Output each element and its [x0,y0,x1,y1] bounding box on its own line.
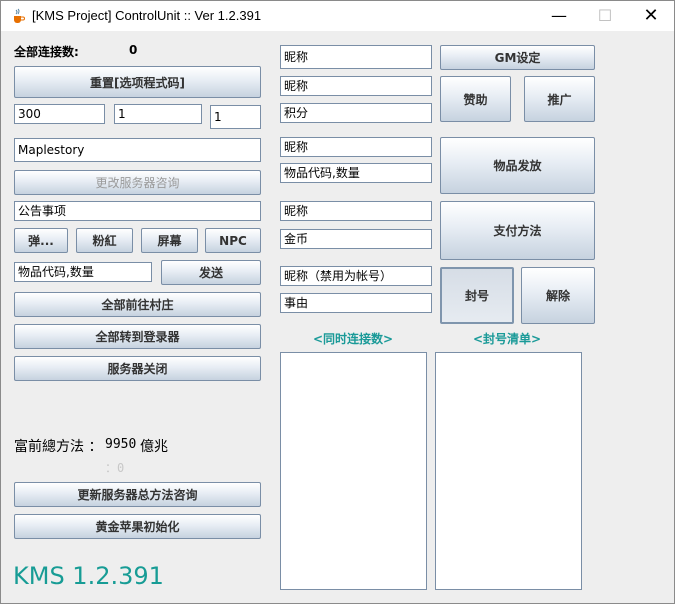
item-distribute-button[interactable]: 物品发放 [440,137,595,194]
count-field[interactable]: 1 [210,105,261,129]
java-cup-icon [10,8,26,24]
golden-apple-reset-button[interactable]: 黄金苹果初始化 [14,514,261,539]
all-to-login-button[interactable]: 全部转到登录器 [14,324,261,349]
total-method-value: 9950 [105,437,137,452]
item-code-quantity-field[interactable]: 物品代码,数量 [280,163,432,183]
amount-field[interactable]: 300 [14,104,105,124]
sponsor-button[interactable]: 赞助 [440,76,511,122]
total-method-label: 富前總方法 ： [14,439,103,455]
update-server-method-button[interactable]: 更新服务器总方法咨询 [14,482,261,507]
ban-reason-field[interactable]: 事由 [280,293,432,313]
send-item-button[interactable]: 发送 [161,260,261,285]
title-bar[interactable]: [KMS Project] ControlUnit :: Ver 1.2.391… [1,1,674,31]
main-window: [KMS Project] ControlUnit :: Ver 1.2.391… [0,0,675,604]
payment-nickname-field[interactable]: 昵称 [280,201,432,221]
value-field[interactable]: 1 [114,104,202,124]
gold-field[interactable]: 金币 [280,229,432,249]
change-server-info-button[interactable]: 更改服务器咨询 [14,170,261,195]
server-close-button[interactable]: 服务器关闭 [14,356,261,381]
ban-nickname-field[interactable]: 昵称（禁用为帐号） [280,266,432,286]
close-button[interactable]: ✕ [628,1,674,31]
points-field[interactable]: 积分 [280,103,432,123]
concurrent-connections-list[interactable] [280,352,427,590]
npc-notice-button[interactable]: NPC [205,228,261,253]
secondary-value: ：0 [105,461,125,475]
total-connections-value: 0 [129,43,138,57]
payment-method-button[interactable]: 支付方法 [440,201,595,260]
screen-notice-button[interactable]: 屏幕 [141,228,198,253]
popup-notice-button[interactable]: 弹... [14,228,68,253]
maximize-button: ☐ [597,6,613,25]
unban-button[interactable]: 解除 [521,267,595,324]
total-connections-label: 全部连接数: [14,45,79,59]
gm-nickname-field[interactable]: 昵称 [280,45,432,69]
item-nickname-field[interactable]: 昵称 [280,137,432,157]
concurrent-connections-label: <同时连接数> [313,332,394,346]
item-code-field[interactable]: 物品代码,数量 [14,262,152,282]
notice-field[interactable]: 公告事项 [14,201,261,221]
ban-list-label: <封号清单> [473,332,542,346]
all-to-village-button[interactable]: 全部前往村庄 [14,292,261,317]
total-method-unit: 億兆 [140,439,168,455]
ban-button[interactable]: 封号 [440,267,514,324]
pink-notice-button[interactable]: 粉紅 [76,228,133,253]
promote-button[interactable]: 推广 [524,76,595,122]
ban-list[interactable] [435,352,582,590]
minimize-button[interactable]: — [536,1,582,31]
window-title: [KMS Project] ControlUnit :: Ver 1.2.391 [32,8,262,23]
server-name-field[interactable]: Maplestory [14,138,261,162]
version-label: KMS 1.2.391 [13,562,164,590]
sponsor-nickname-field[interactable]: 昵称 [280,76,432,96]
gm-setting-button[interactable]: GM设定 [440,45,595,70]
reset-option-code-button[interactable]: 重置[选项程式码] [14,66,261,98]
